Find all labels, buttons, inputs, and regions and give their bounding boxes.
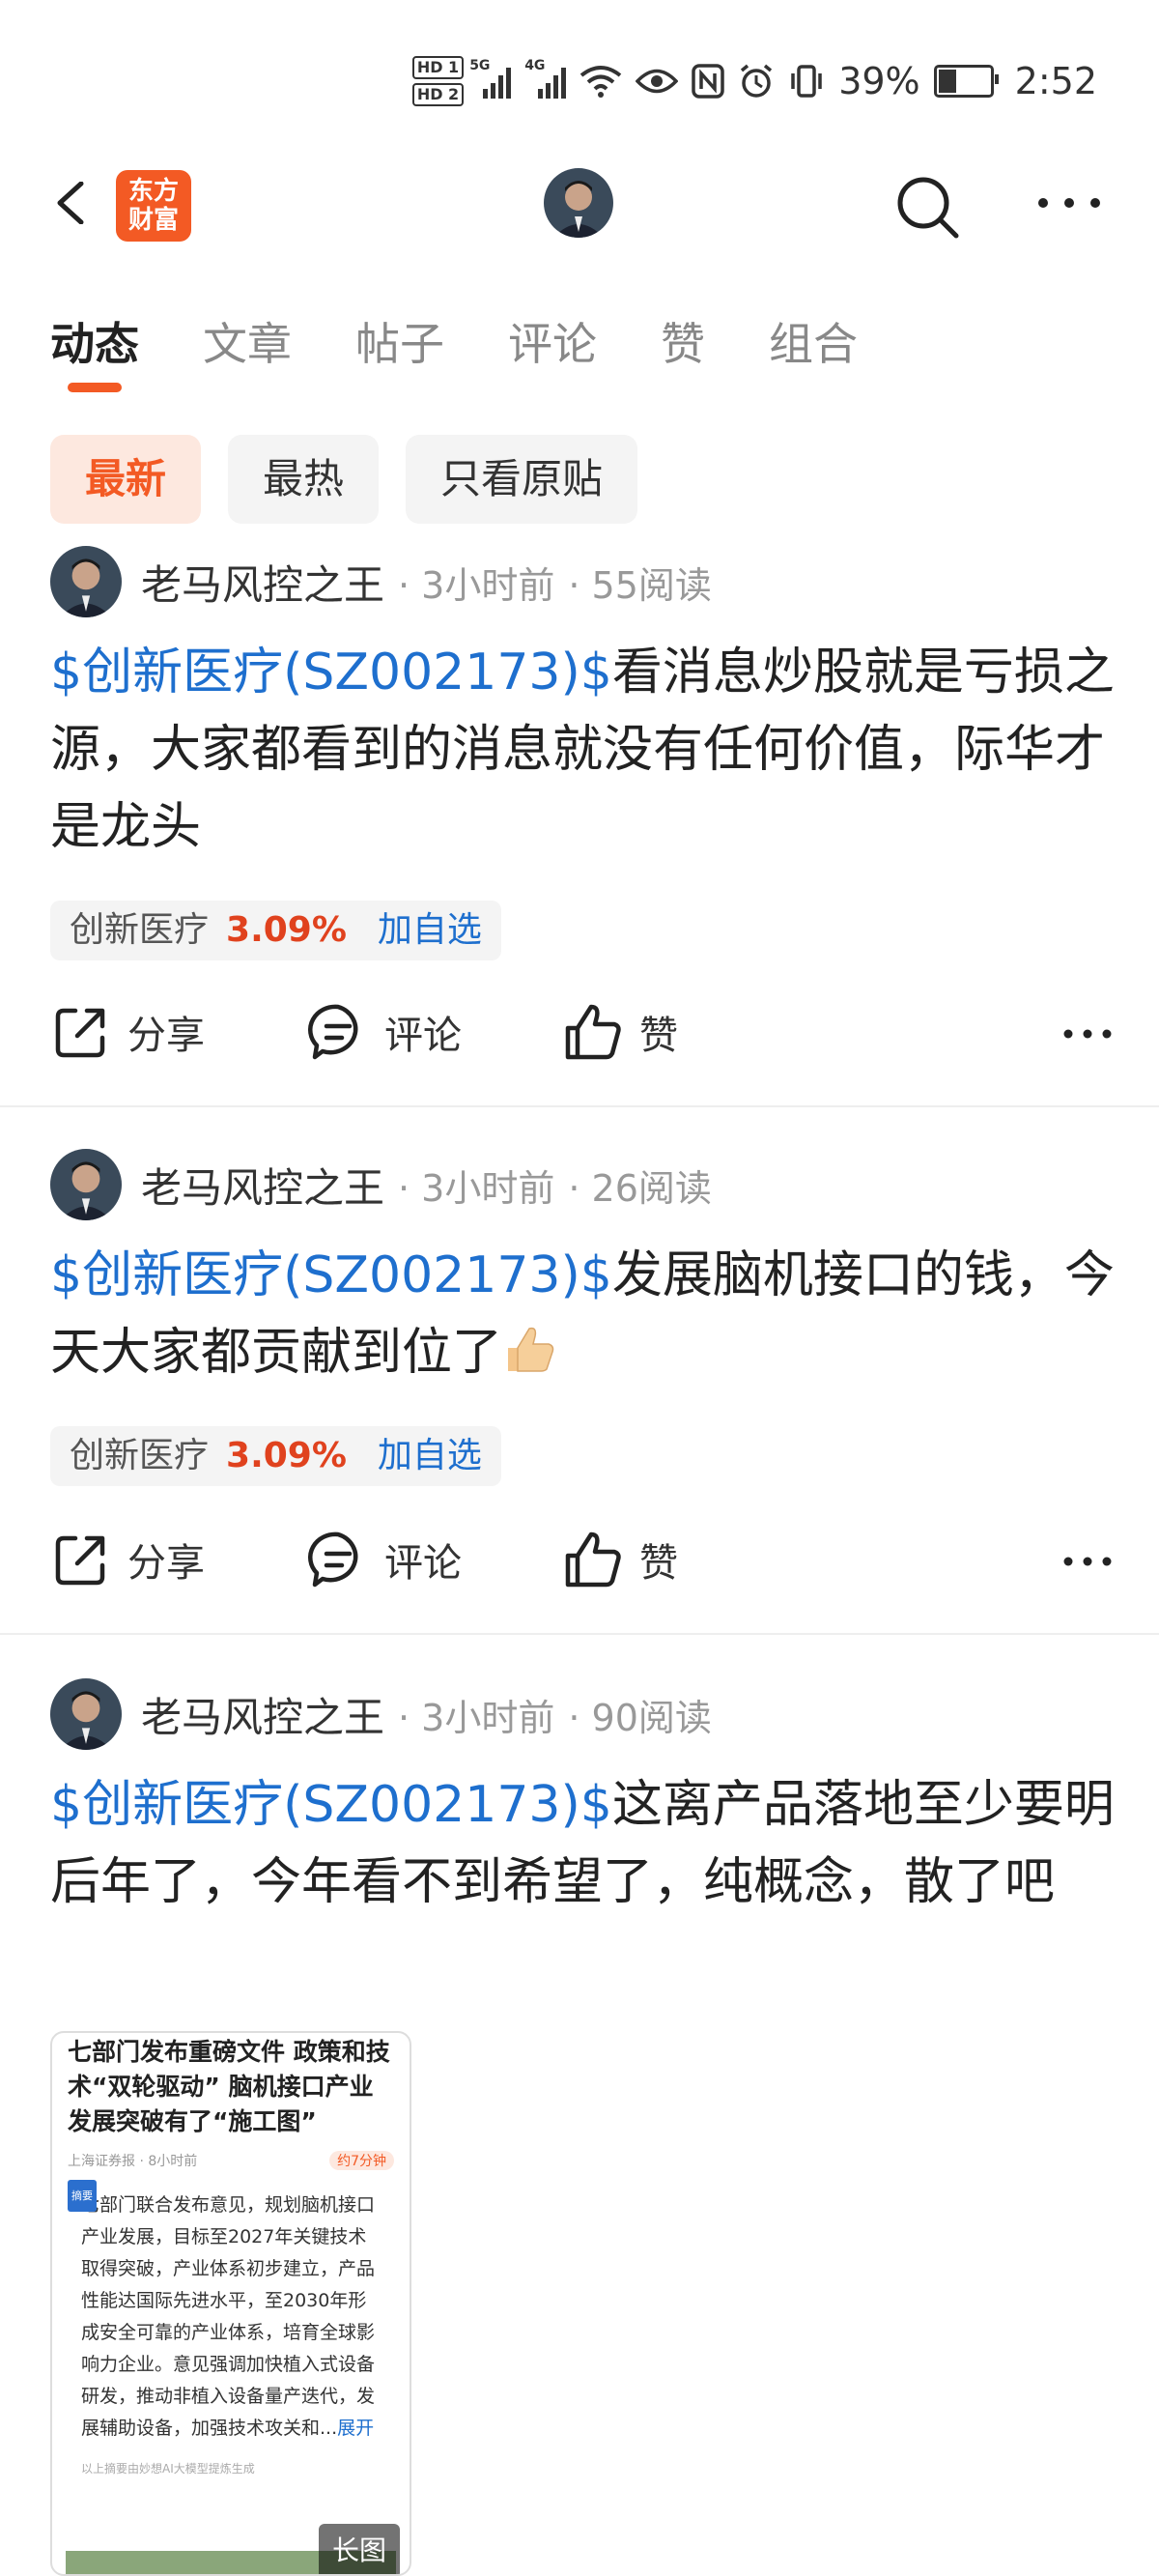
- stock-link[interactable]: $创新医疗(SZ002173)$: [50, 1776, 612, 1834]
- post-more-icon[interactable]: [1062, 1016, 1113, 1051]
- share-icon: [55, 1535, 105, 1586]
- stock-tag[interactable]: 创新医疗 3.09% 加自选: [50, 901, 501, 960]
- share-button[interactable]: 分享: [50, 1001, 205, 1063]
- back-arrow-icon[interactable]: [50, 182, 93, 224]
- filter-chips: 最新 最热 只看原贴: [50, 435, 638, 524]
- vibrate-icon: [791, 65, 822, 98]
- image-article-abstract: 摘要 七部门联合发布意见，规划脑机接口产业发展，目标至2027年关键技术取得突破…: [68, 2180, 394, 2452]
- read-count: · 90阅读: [568, 1696, 712, 1739]
- status-bar: HD 1 HD 2 5G 4G 39% 2:52: [0, 0, 1159, 164]
- filter-hottest[interactable]: 最热: [228, 435, 380, 524]
- eye-icon: [636, 69, 679, 94]
- alarm-icon: [741, 64, 773, 98]
- read-count: · 55阅读: [568, 563, 712, 607]
- thumbs-up-emoji-icon: [508, 1327, 554, 1372]
- tab-articles[interactable]: 文章: [203, 309, 292, 373]
- post-image[interactable]: 七部门发布重磅文件 政策和技术“双轮驱动” 脑机接口产业发展突破有了“施工图” …: [50, 2031, 411, 2576]
- top-nav: 东方 财富: [0, 164, 1159, 251]
- stock-tag[interactable]: 创新医疗 3.09% 加自选: [50, 1426, 501, 1486]
- post-header: 老马风控之王 · 3小时前 · 55阅读: [50, 545, 712, 618]
- post-text[interactable]: $创新医疗(SZ002173)$这离产品落地至少要明后年了，今年看不到希望了，纯…: [50, 1766, 1122, 1921]
- signal-icon-2: 4G: [524, 58, 567, 99]
- like-button[interactable]: 赞: [562, 1529, 678, 1590]
- filter-original-only[interactable]: 只看原贴: [406, 435, 638, 524]
- add-watchlist-button[interactable]: 加自选: [378, 1426, 482, 1486]
- tab-likes[interactable]: 赞: [661, 309, 705, 373]
- stock-change: 3.09%: [226, 1436, 347, 1475]
- post-time: · 3小时前: [398, 563, 555, 607]
- post-time: · 3小时前: [398, 1696, 555, 1739]
- search-icon[interactable]: [892, 172, 962, 242]
- author-name[interactable]: 老马风控之王: [141, 553, 384, 612]
- avatar[interactable]: [50, 1149, 122, 1220]
- post-actions: 分享 评论 赞: [50, 1001, 1113, 1069]
- post-header: 老马风控之王 · 3小时前 · 26阅读: [50, 1148, 712, 1221]
- stock-change: 3.09%: [226, 910, 347, 950]
- like-button[interactable]: 赞: [562, 1001, 678, 1063]
- more-icon[interactable]: [1035, 186, 1103, 220]
- thumbs-up-icon: [565, 1004, 621, 1060]
- tab-portfolios[interactable]: 组合: [769, 309, 858, 373]
- share-icon: [55, 1008, 105, 1058]
- image-article-footer: 以上摘要由妙想AI大模型提炼生成: [81, 2462, 255, 2476]
- signal-icon-1: 5G: [469, 58, 512, 99]
- post-text[interactable]: $创新医疗(SZ002173)$看消息炒股就是亏损之源，大家都看到的消息就没有任…: [50, 634, 1122, 866]
- battery-icon: [933, 65, 999, 98]
- stock-link[interactable]: $创新医疗(SZ002173)$: [50, 644, 612, 701]
- comment-button[interactable]: 评论: [307, 1529, 462, 1590]
- avatar[interactable]: [50, 546, 122, 617]
- author-name[interactable]: 老马风控之王: [141, 1156, 384, 1215]
- image-article-title: 七部门发布重磅文件 政策和技术“双轮驱动” 脑机接口产业发展突破有了“施工图”: [68, 2038, 390, 2135]
- thumbs-up-icon: [565, 1531, 621, 1588]
- nfc-icon: [692, 64, 724, 99]
- comment-button[interactable]: 评论: [307, 1001, 462, 1063]
- long-image-badge: 长图: [318, 2524, 400, 2574]
- image-article-source: 上海证券报 · 8小时前 约7分钟: [52, 2139, 410, 2182]
- profile-tabs: 动态 文章 帖子 评论 赞 组合: [50, 309, 921, 392]
- post-text[interactable]: $创新医疗(SZ002173)$发展脑机接口的钱，今天大家都贡献到位了: [50, 1237, 1122, 1391]
- tab-comments[interactable]: 评论: [508, 309, 597, 373]
- comment-icon: [308, 1004, 358, 1060]
- tab-dynamics[interactable]: 动态: [50, 309, 139, 392]
- hd-indicator: HD 1 HD 2: [411, 56, 465, 106]
- divider: [0, 1633, 1159, 1635]
- profile-avatar[interactable]: [544, 168, 613, 238]
- clock: 2:52: [1014, 60, 1097, 102]
- wifi-icon: [580, 66, 622, 98]
- avatar[interactable]: [50, 1678, 122, 1750]
- post-time: · 3小时前: [398, 1166, 555, 1210]
- add-watchlist-button[interactable]: 加自选: [378, 901, 482, 960]
- read-count: · 26阅读: [568, 1166, 712, 1210]
- share-button[interactable]: 分享: [50, 1529, 205, 1590]
- author-name[interactable]: 老马风控之王: [141, 1685, 384, 1744]
- filter-latest[interactable]: 最新: [50, 435, 202, 524]
- app-logo[interactable]: 东方 财富: [116, 170, 191, 242]
- comment-icon: [308, 1531, 358, 1588]
- battery-percent: 39%: [838, 60, 920, 102]
- tab-posts[interactable]: 帖子: [355, 309, 444, 373]
- post-header: 老马风控之王 · 3小时前 · 90阅读: [50, 1677, 712, 1751]
- post-more-icon[interactable]: [1062, 1544, 1113, 1579]
- stock-link[interactable]: $创新医疗(SZ002173)$: [50, 1246, 612, 1304]
- divider: [0, 1105, 1159, 1107]
- post-actions: 分享 评论 赞: [50, 1529, 1113, 1596]
